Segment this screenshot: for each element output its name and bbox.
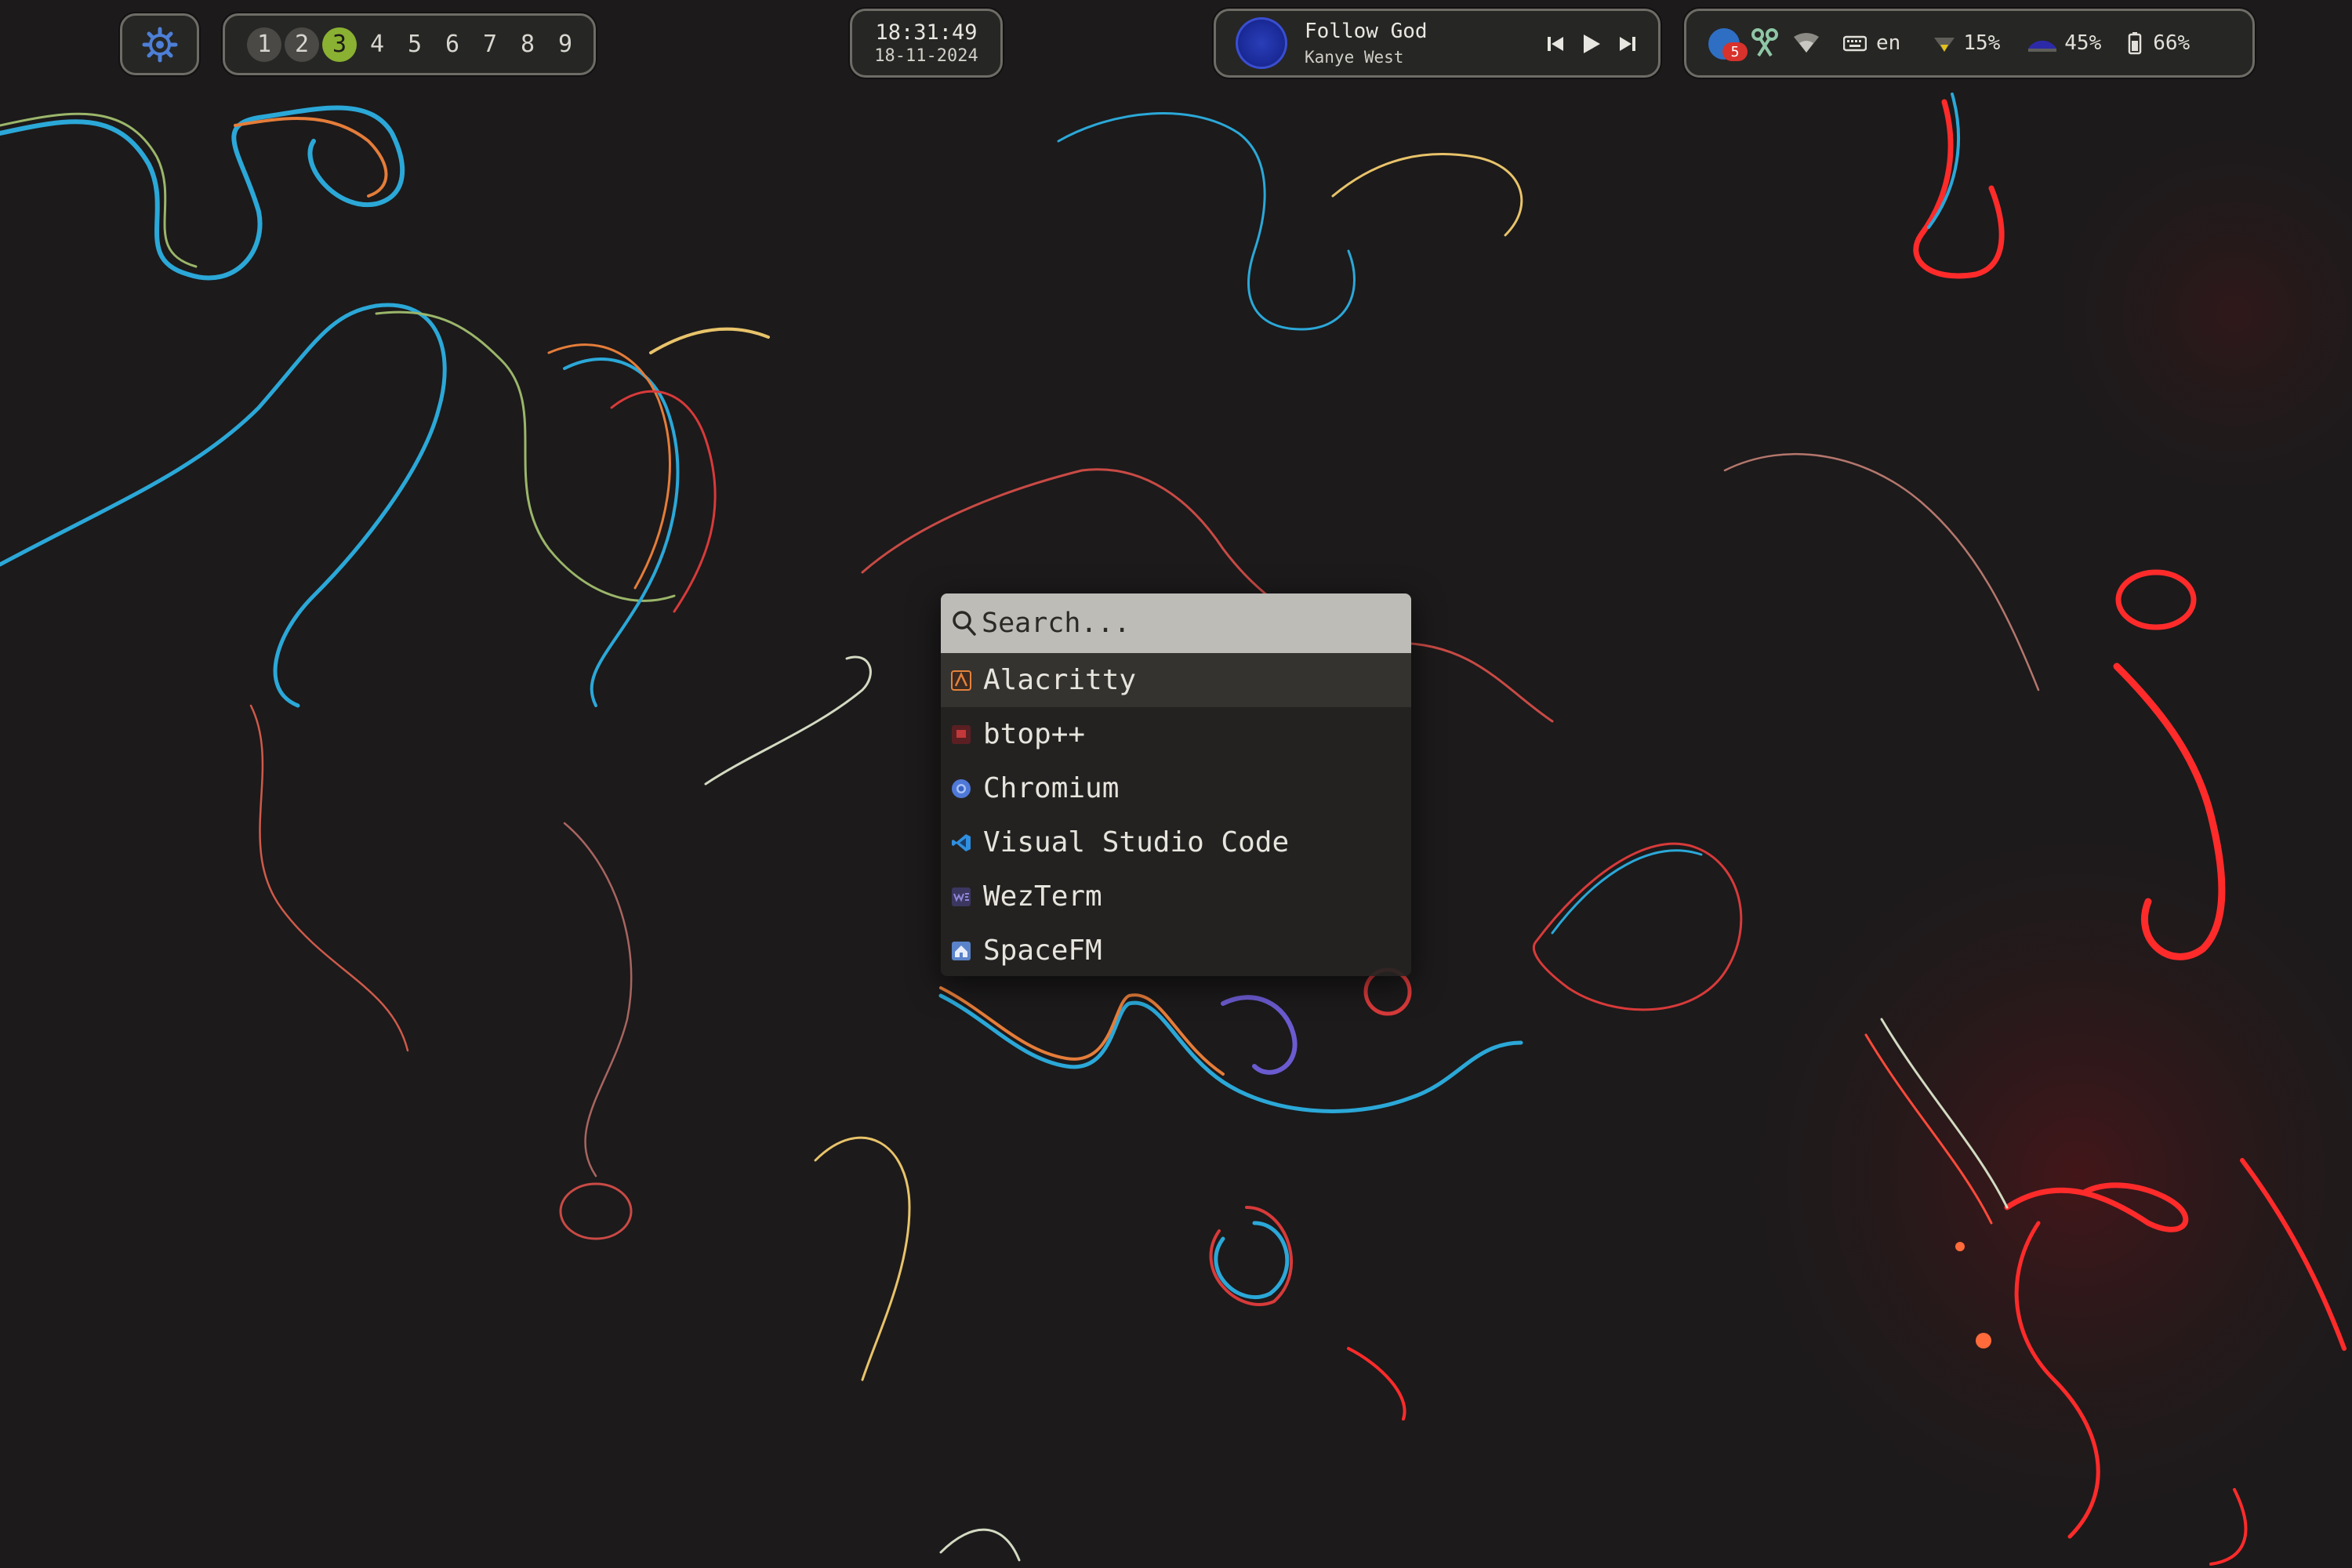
volume-value: 15% [1963, 31, 2001, 55]
spacefm-icon [950, 940, 972, 962]
workspace-2[interactable]: 2 [285, 27, 319, 62]
battery-value: 66% [2153, 31, 2190, 55]
result-label: WezTerm [983, 880, 1102, 913]
brightness-icon [2028, 40, 2057, 52]
workspace-8[interactable]: 8 [510, 27, 545, 62]
search-icon [953, 611, 976, 636]
workspace-4[interactable]: 4 [360, 27, 394, 62]
search-bar [941, 593, 1411, 653]
wifi-button[interactable] [1793, 32, 1820, 54]
workspace-1[interactable]: 1 [247, 27, 281, 62]
workspace-6[interactable]: 6 [435, 27, 470, 62]
workspace-5[interactable]: 5 [397, 27, 432, 62]
album-art [1236, 17, 1287, 69]
result-btop[interactable]: btop++ [941, 707, 1411, 761]
search-input[interactable] [977, 607, 1391, 640]
clock-time: 18:31:49 [875, 20, 978, 45]
wezterm-icon [950, 886, 972, 908]
app-launcher-button[interactable] [120, 13, 199, 75]
brightness-value: 45% [2064, 31, 2102, 55]
notification-button[interactable]: 5 [1707, 25, 1748, 61]
system-tray: 5 en 15% 45% 66% [1684, 9, 2255, 78]
notification-count: 5 [1722, 42, 1748, 61]
battery-icon [2129, 32, 2142, 55]
btop-icon [950, 724, 972, 746]
brightness-control[interactable]: 45% [2027, 31, 2101, 55]
play-icon [1584, 34, 1600, 53]
wifi-icon [1794, 33, 1819, 53]
screenshot-icon [1751, 28, 1778, 57]
media-player[interactable]: Follow God Kanye West [1214, 9, 1661, 78]
keyboard-layout-label: en [1876, 31, 1901, 55]
clock-date: 18-11-2024 [874, 46, 978, 66]
result-spacefm[interactable]: SpaceFM [941, 924, 1411, 976]
result-alacritty[interactable]: Alacritty [941, 653, 1411, 707]
result-vscode[interactable]: Visual Studio Code [941, 815, 1411, 869]
workspace-3[interactable]: 3 [322, 27, 357, 62]
result-label: Visual Studio Code [983, 826, 1290, 858]
app-launcher-menu: Alacritty btop++ Chromium Visual Studio … [941, 593, 1411, 976]
result-label: Chromium [983, 772, 1120, 804]
vscode-icon [950, 832, 972, 854]
next-button[interactable] [1617, 28, 1638, 60]
workspace-7[interactable]: 7 [473, 27, 507, 62]
gear-icon [142, 27, 177, 62]
workspace-9[interactable]: 9 [548, 27, 583, 62]
clock[interactable]: 18:31:49 18-11-2024 [850, 9, 1003, 78]
result-label: Alacritty [983, 664, 1137, 696]
next-icon [1620, 37, 1635, 51]
previous-icon [1548, 37, 1563, 51]
track-artist: Kanye West [1305, 48, 1404, 67]
previous-button[interactable] [1545, 28, 1566, 60]
screenshot-button[interactable] [1751, 27, 1779, 59]
result-label: SpaceFM [983, 935, 1102, 967]
results-list: Alacritty btop++ Chromium Visual Studio … [941, 653, 1411, 976]
battery-status[interactable]: 66% [2128, 31, 2190, 55]
chromium-icon [950, 778, 972, 800]
workspace-switcher: 1 2 3 4 5 6 7 8 9 [223, 13, 596, 75]
alacritty-icon [950, 670, 972, 691]
keyboard-icon [1843, 35, 1867, 52]
result-wezterm[interactable]: WezTerm [941, 869, 1411, 924]
play-button[interactable] [1581, 28, 1602, 60]
volume-icon [1934, 38, 1955, 52]
result-label: btop++ [983, 718, 1086, 750]
keyboard-layout[interactable]: en [1843, 31, 1900, 55]
volume-control[interactable]: 15% [1932, 31, 2000, 55]
track-title: Follow God [1305, 20, 1428, 43]
result-chromium[interactable]: Chromium [941, 761, 1411, 815]
